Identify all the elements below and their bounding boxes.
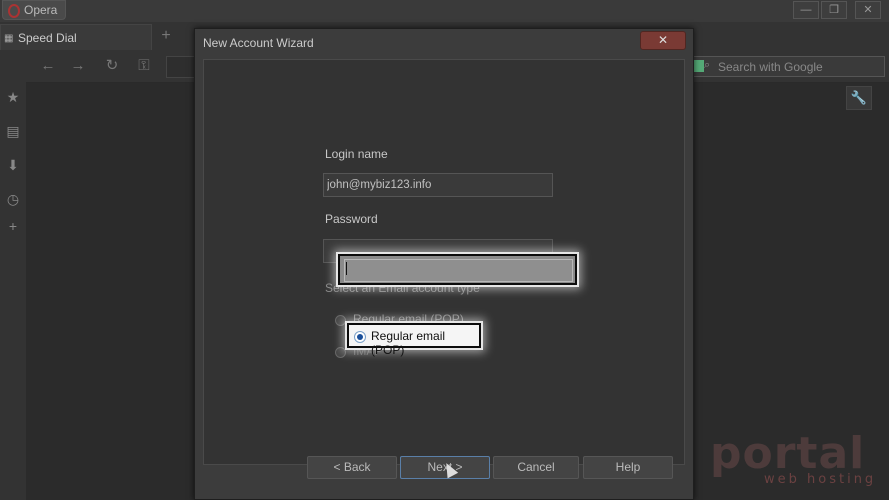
- search-icon: ⌕: [704, 59, 711, 71]
- watermark-tagline: web hosting: [764, 472, 877, 487]
- back-icon[interactable]: ←: [38, 56, 58, 76]
- password-label: Password: [325, 212, 378, 226]
- close-window-button[interactable]: ✕: [855, 1, 881, 19]
- pop-option-highlight[interactable]: Regular email (POP): [347, 323, 481, 357]
- login-name-field[interactable]: [323, 173, 553, 197]
- search-placeholder: Search with Google: [718, 60, 823, 74]
- cancel-button[interactable]: Cancel: [493, 456, 579, 479]
- highlight-option-label: Regular email (POP): [371, 329, 446, 357]
- login-name-label: Login name: [325, 147, 388, 161]
- pop-radio[interactable]: [335, 315, 346, 326]
- selected-radio-icon[interactable]: [354, 331, 366, 343]
- back-button[interactable]: < Back: [307, 456, 397, 479]
- opera-menu-label: Opera: [24, 3, 58, 17]
- add-panel-icon[interactable]: +: [4, 217, 22, 235]
- maximize-button[interactable]: ❐: [821, 1, 847, 19]
- tab-label: Speed Dial: [18, 31, 77, 45]
- search-input[interactable]: ⌕ Search with Google: [690, 56, 885, 77]
- minimize-button[interactable]: —: [793, 1, 819, 19]
- forward-icon[interactable]: →: [68, 56, 88, 76]
- bookmarks-icon[interactable]: ★: [4, 88, 22, 106]
- opera-logo-icon: [8, 4, 20, 18]
- text-caret: [346, 262, 347, 275]
- help-button[interactable]: Help: [583, 456, 673, 479]
- wrench-icon[interactable]: 🔧: [846, 86, 872, 110]
- dialog-close-button[interactable]: ✕: [640, 31, 686, 50]
- password-input-zoom[interactable]: [344, 259, 573, 282]
- tab-speed-dial[interactable]: ▦ Speed Dial: [0, 24, 152, 51]
- imap-radio[interactable]: [335, 347, 346, 358]
- new-tab-button[interactable]: +: [156, 27, 176, 45]
- speed-dial-icon: ▦: [4, 33, 14, 44]
- downloads-icon[interactable]: ⬇: [4, 156, 22, 174]
- password-field-highlight[interactable]: [338, 254, 577, 285]
- google-icon: [694, 60, 704, 72]
- title-bar: [0, 0, 889, 23]
- reload-icon[interactable]: ↻: [102, 56, 122, 76]
- history-icon[interactable]: ◷: [4, 190, 22, 208]
- portal-logo: portal web hosting: [710, 428, 880, 492]
- opera-menu-button[interactable]: Opera: [2, 0, 66, 20]
- dialog-title: New Account Wizard: [203, 36, 314, 50]
- sidebar: [0, 82, 26, 500]
- key-icon[interactable]: ⚿: [134, 56, 154, 76]
- notes-icon[interactable]: ▤: [4, 122, 22, 140]
